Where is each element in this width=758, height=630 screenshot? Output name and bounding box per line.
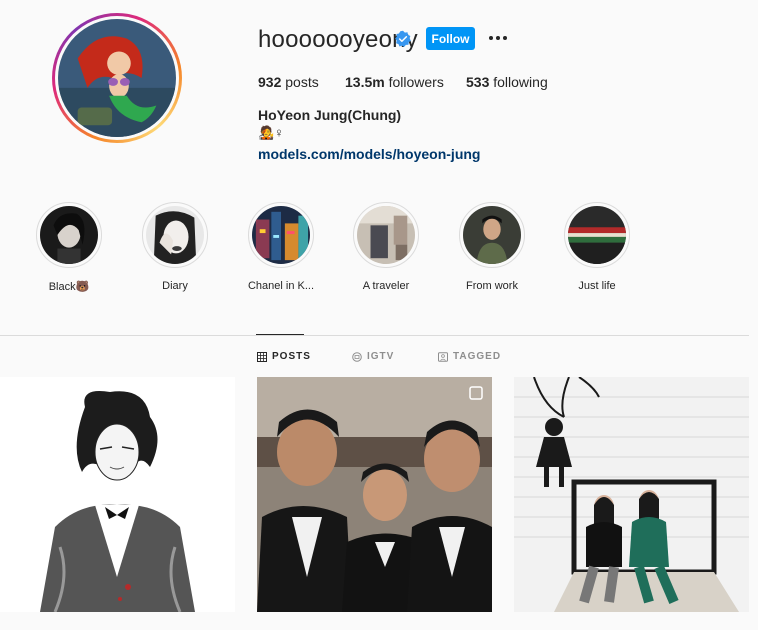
highlight-diary-thumbnail — [146, 206, 204, 264]
highlight-from-work[interactable]: From work — [440, 202, 544, 292]
followers-label: followers — [388, 74, 444, 90]
highlight-label: Black🐻 — [48, 281, 90, 293]
post-thumbnail-3[interactable] — [514, 377, 749, 612]
following-link[interactable]: 533 following — [466, 74, 548, 90]
tab-posts[interactable]: POSTS — [257, 351, 311, 362]
tab-igtv[interactable]: IGTV — [352, 351, 394, 362]
highlight-diary[interactable]: Diary — [123, 202, 227, 292]
post-image-3 — [514, 377, 749, 612]
highlight-label: From work — [466, 280, 518, 292]
igtv-icon — [352, 351, 362, 362]
verified-badge-icon — [395, 30, 411, 47]
highlight-traveler-thumbnail — [357, 206, 415, 264]
highlight-black-thumbnail — [40, 206, 98, 264]
highlight-black[interactable]: Black🐻 — [17, 202, 121, 293]
highlight-label: Just life — [578, 280, 616, 292]
follow-button[interactable]: Follow — [426, 27, 475, 50]
highlight-from-work-thumbnail — [463, 206, 521, 264]
highlight-label: Chanel in K... — [247, 280, 315, 292]
followers-link[interactable]: 13.5m followers — [345, 74, 444, 90]
profile-full-name: HoYeon Jung(Chung) — [258, 107, 402, 123]
tagged-icon — [438, 351, 448, 362]
posts-stat: 932 posts — [258, 74, 319, 90]
tab-label: IGTV — [367, 351, 395, 362]
avatar-image — [58, 19, 176, 137]
following-count: 533 — [466, 74, 490, 90]
highlight-just-life[interactable]: Just life — [545, 202, 649, 292]
more-options-icon[interactable] — [487, 28, 509, 48]
tabs-divider — [0, 335, 749, 336]
tab-tagged[interactable]: TAGGED — [438, 351, 501, 362]
highlight-chanel-thumbnail — [252, 206, 310, 264]
post-image-2 — [257, 377, 492, 612]
active-tab-indicator — [256, 334, 304, 335]
posts-label: posts — [285, 74, 319, 90]
followers-count: 13.5m — [345, 74, 385, 90]
bio-emojis: 🧑‍🎤♀ — [258, 125, 284, 140]
highlight-label: Diary — [162, 280, 188, 292]
tab-label: POSTS — [272, 351, 311, 362]
post-thumbnail-1[interactable] — [0, 377, 235, 612]
highlight-traveler[interactable]: A traveler — [334, 202, 438, 292]
profile-avatar[interactable] — [52, 13, 182, 143]
highlight-label: A traveler — [362, 280, 410, 292]
highlight-chanel[interactable]: Chanel in K... — [229, 202, 333, 292]
highlight-just-life-thumbnail — [568, 206, 626, 264]
following-label: following — [493, 74, 548, 90]
post-thumbnail-2[interactable] — [257, 377, 492, 612]
tab-label: TAGGED — [453, 351, 502, 362]
post-image-1 — [0, 377, 235, 612]
posts-count: 932 — [258, 74, 282, 90]
grid-icon — [257, 351, 267, 362]
bio-link[interactable]: models.com/models/hoyeon-jung — [258, 146, 480, 162]
